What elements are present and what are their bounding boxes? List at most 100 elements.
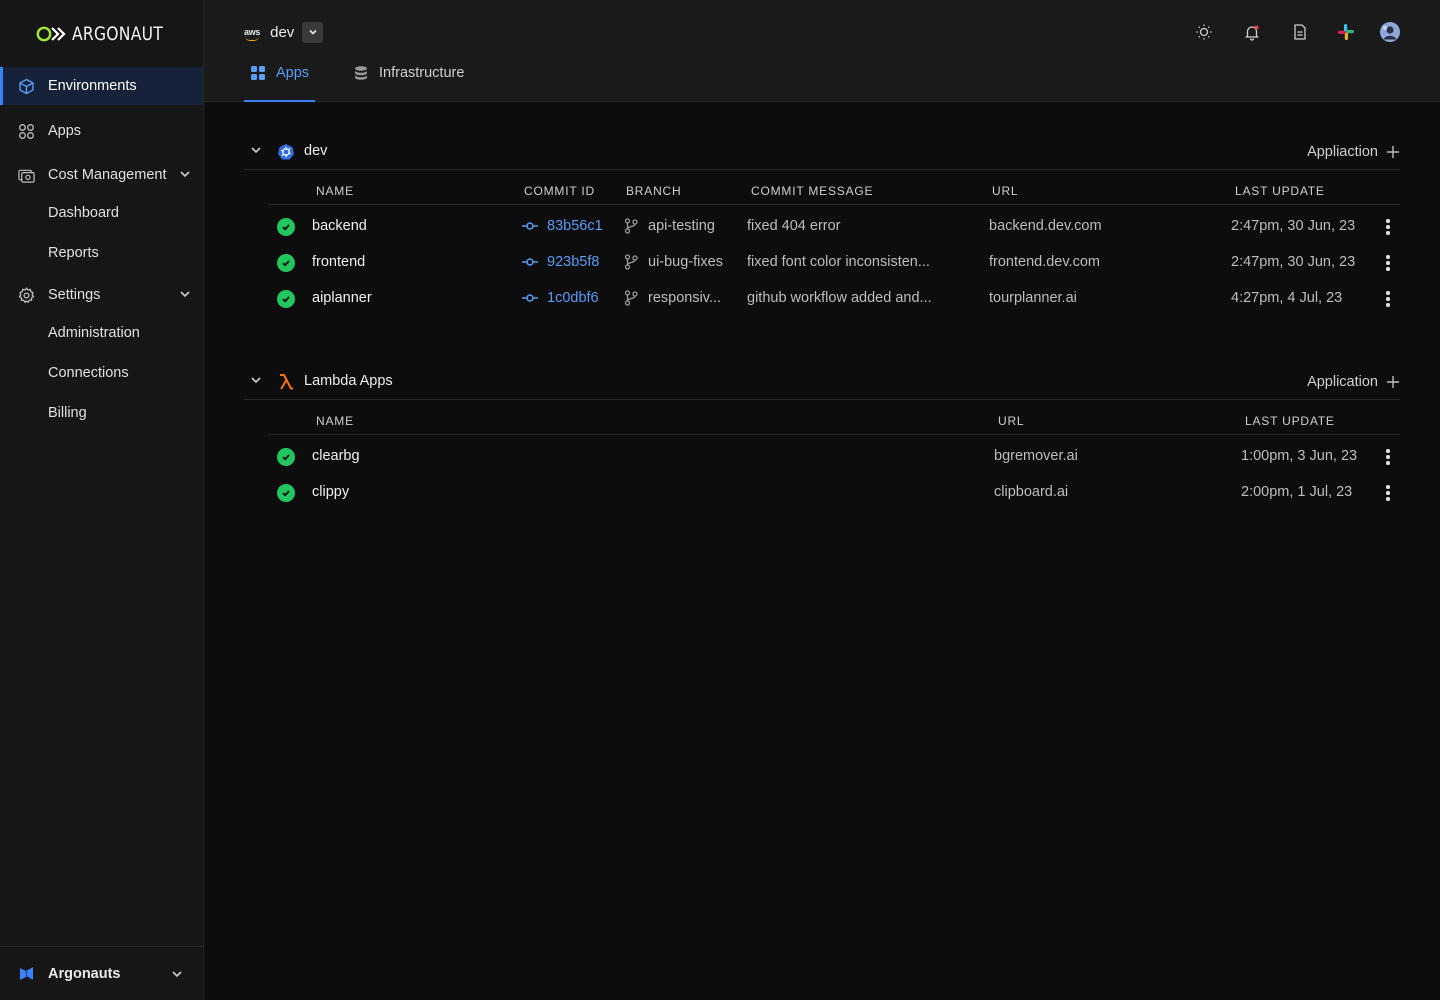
branch: responsiv...	[624, 290, 721, 306]
table-row[interactable]: clearbg bgremover.ai 1:00pm, 3 Jun, 23	[268, 439, 1400, 475]
branch: ui-bug-fixes	[624, 254, 723, 270]
lambda-icon	[280, 374, 293, 390]
table-row[interactable]: aiplanner 1c0dbf6 responsiv... github wo…	[268, 281, 1400, 317]
sidebar-item-billing[interactable]: Billing	[48, 401, 87, 425]
table-row[interactable]: backend 83b56c1 api-testing fixed 404 er…	[268, 209, 1400, 245]
sidebar: ARGONAUT Environments Apps Cost Manageme…	[0, 0, 204, 1000]
commit-icon	[522, 258, 538, 266]
commit-message: fixed font color inconsisten...	[747, 254, 930, 270]
column-header-branch: BRANCH	[626, 184, 682, 198]
sidebar-item-connections[interactable]: Connections	[48, 361, 129, 385]
bulb-icon	[1196, 24, 1212, 40]
add-application-label: Appliaction	[1307, 144, 1378, 160]
commit-id: 83b56c1	[547, 218, 603, 234]
commit-link[interactable]: 923b5f8	[522, 254, 599, 270]
section-header-dev: dev Appliaction	[244, 134, 1400, 170]
row-menu-button[interactable]	[1379, 254, 1397, 272]
column-header-name: NAME	[316, 184, 354, 198]
git-branch-icon	[624, 290, 638, 306]
cube-icon	[18, 78, 35, 95]
logo-text: ARGONAUT	[72, 23, 164, 45]
sidebar-item-environments[interactable]: Environments	[0, 67, 203, 105]
bell-icon	[1244, 25, 1260, 41]
grid-icon	[18, 123, 35, 140]
notifications-button[interactable]	[1241, 21, 1263, 43]
collapse-chevron-icon[interactable]	[249, 373, 263, 387]
branch-name: api-testing	[648, 218, 715, 234]
sidebar-item-label: Environments	[48, 78, 137, 94]
collapse-chevron-icon[interactable]	[249, 143, 263, 157]
column-header-name: NAME	[316, 414, 354, 428]
app-name[interactable]: frontend	[312, 254, 365, 270]
app-url[interactable]: backend.dev.com	[989, 218, 1102, 234]
chevron-down-icon	[180, 171, 190, 178]
app-name[interactable]: aiplanner	[312, 290, 372, 306]
status-success-icon	[277, 218, 295, 236]
commit-link[interactable]: 83b56c1	[522, 218, 603, 234]
git-branch-icon	[624, 218, 638, 234]
sidebar-item-apps[interactable]: Apps	[0, 112, 203, 150]
tab-infrastructure[interactable]: Infrastructure	[353, 62, 464, 102]
section-header-lambda: Lambda Apps Application	[244, 364, 1400, 400]
argonaut-logo-icon	[36, 26, 66, 42]
database-icon	[353, 65, 369, 81]
theme-toggle-button[interactable]	[1193, 21, 1215, 43]
sidebar-item-settings[interactable]: Settings	[0, 276, 203, 314]
status-success-icon	[277, 254, 295, 272]
org-logo-icon	[20, 967, 34, 981]
app-name[interactable]: clippy	[312, 484, 349, 500]
commit-link[interactable]: 1c0dbf6	[522, 290, 599, 306]
sidebar-item-reports[interactable]: Reports	[48, 241, 99, 265]
row-menu-button[interactable]	[1379, 218, 1397, 236]
environment-name: dev	[270, 23, 295, 41]
last-update: 1:00pm, 3 Jun, 23	[1241, 448, 1358, 464]
row-menu-button[interactable]	[1379, 448, 1397, 466]
table-header: NAME COMMIT ID BRANCH COMMIT MESSAGE URL…	[268, 175, 1400, 205]
branch-name: ui-bug-fixes	[648, 254, 723, 270]
tab-label: Infrastructure	[379, 65, 465, 81]
add-application-button[interactable]: Appliaction	[1307, 144, 1400, 160]
column-header-message: COMMIT MESSAGE	[751, 184, 874, 198]
sidebar-item-dashboard[interactable]: Dashboard	[48, 201, 119, 225]
plus-icon	[1387, 376, 1399, 388]
row-menu-button[interactable]	[1379, 290, 1397, 308]
app-url[interactable]: tourplanner.ai	[989, 290, 1077, 306]
plus-icon	[1387, 146, 1399, 158]
environment-dropdown-button[interactable]	[302, 21, 324, 43]
avatar	[1380, 22, 1400, 42]
row-menu-button[interactable]	[1379, 484, 1397, 502]
environment-switcher[interactable]: aws dev	[244, 20, 324, 44]
column-header-commit: COMMIT ID	[524, 184, 595, 198]
logo[interactable]: ARGONAUT	[36, 22, 183, 46]
org-switcher[interactable]: Argonauts	[0, 946, 203, 1000]
commit-icon	[522, 294, 538, 302]
add-application-button[interactable]: Application	[1307, 374, 1400, 390]
app-name[interactable]: clearbg	[312, 448, 360, 464]
docs-button[interactable]	[1289, 21, 1311, 43]
column-header-url: URL	[992, 184, 1019, 198]
tab-apps[interactable]: Apps	[244, 62, 315, 102]
commit-icon	[522, 222, 538, 230]
section-title: Lambda Apps	[304, 373, 393, 389]
status-success-icon	[277, 290, 295, 308]
org-name: Argonauts	[48, 965, 121, 982]
chevron-down-icon	[309, 29, 317, 35]
user-avatar-button[interactable]	[1379, 21, 1401, 43]
app-url[interactable]: clipboard.ai	[994, 484, 1068, 500]
table-row[interactable]: clippy clipboard.ai 2:00pm, 1 Jul, 23	[268, 475, 1400, 511]
commit-message: github workflow added and...	[747, 290, 932, 306]
last-update: 2:47pm, 30 Jun, 23	[1231, 254, 1356, 270]
kubernetes-icon	[278, 144, 294, 160]
app-url[interactable]: frontend.dev.com	[989, 254, 1100, 270]
app-name[interactable]: backend	[312, 218, 367, 234]
sidebar-item-cost-management[interactable]: Cost Management	[0, 156, 203, 194]
add-application-label: Application	[1307, 374, 1378, 390]
table-row[interactable]: frontend 923b5f8 ui-bug-fixes fixed font…	[268, 245, 1400, 281]
table-header: NAME URL LAST UPDATE	[268, 405, 1400, 435]
grid-icon	[250, 65, 266, 81]
app-url[interactable]: bgremover.ai	[994, 448, 1078, 464]
tab-label: Apps	[276, 65, 310, 81]
sidebar-item-label: Cost Management	[48, 167, 167, 183]
sidebar-item-administration[interactable]: Administration	[48, 321, 140, 345]
slack-button[interactable]	[1335, 21, 1357, 43]
